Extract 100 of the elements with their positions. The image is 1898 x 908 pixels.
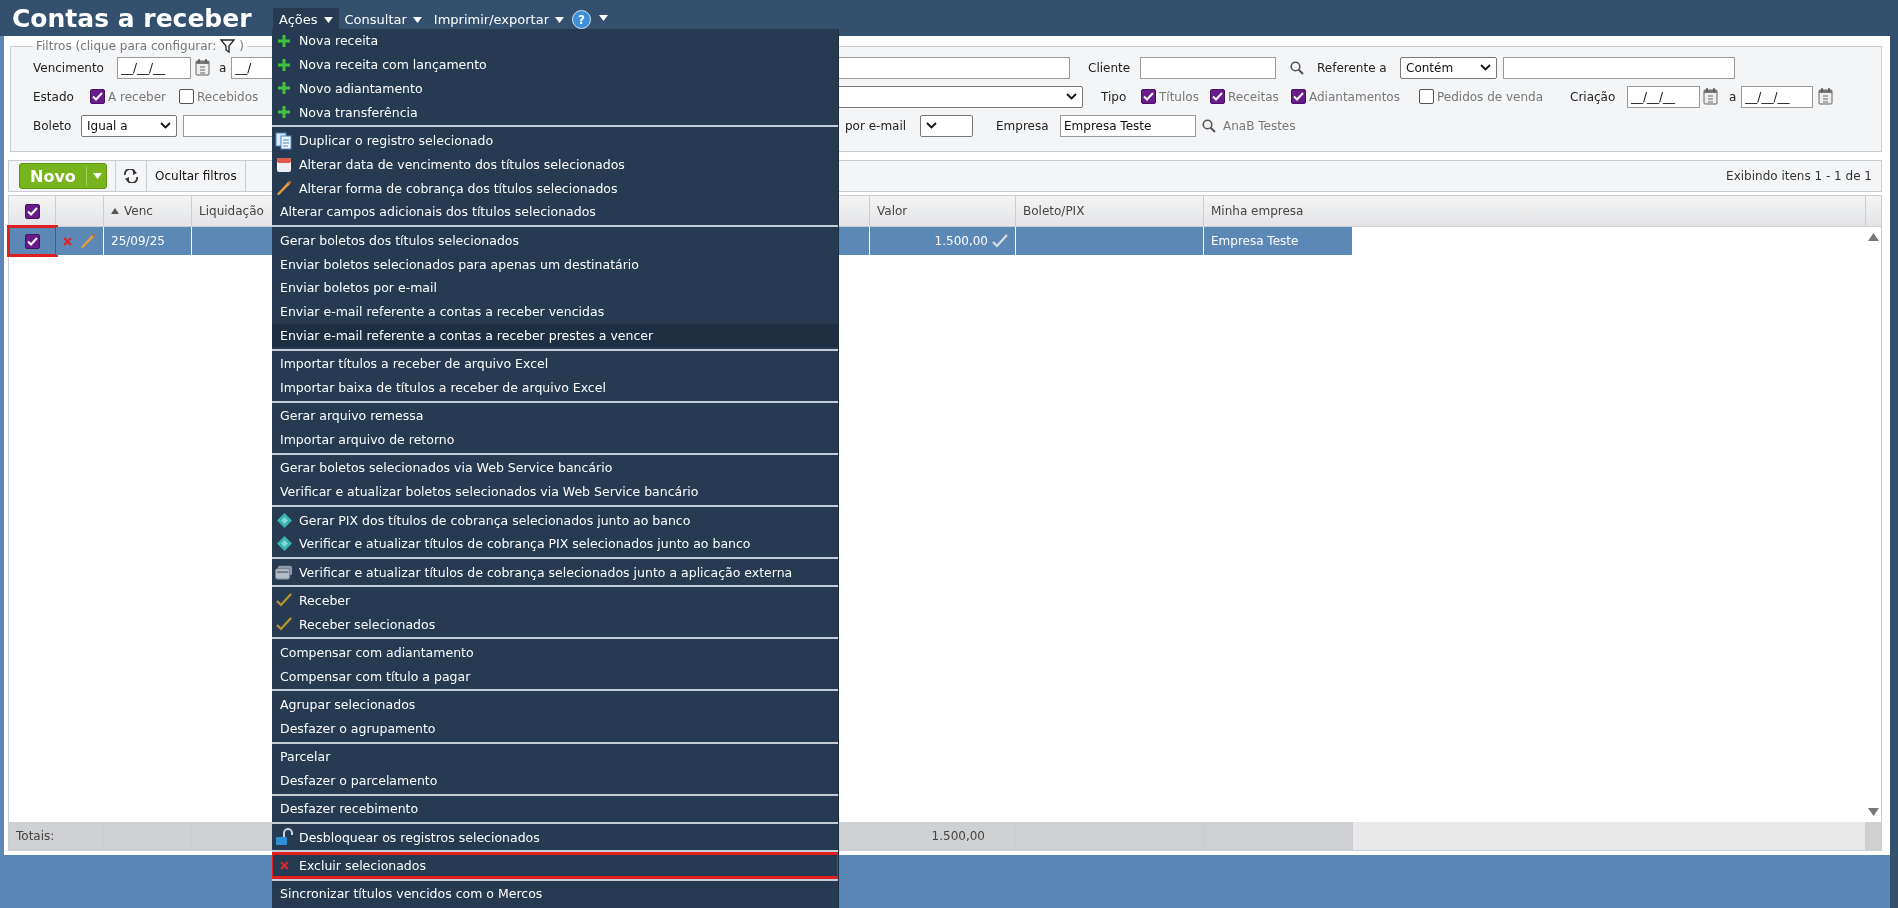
menu-item[interactable]: Compensar com adiantamento bbox=[272, 640, 838, 665]
range-separator: a bbox=[1729, 89, 1737, 104]
column-header[interactable]: Venc bbox=[111, 204, 153, 218]
menu-item[interactable]: Sincronizar títulos vencidos com o Mercos bbox=[272, 881, 838, 906]
menu-item[interactable]: Compensar com título a pagar bbox=[272, 664, 838, 689]
chevron-icon bbox=[926, 122, 937, 129]
text-field[interactable] bbox=[1503, 56, 1735, 79]
chevron-icon bbox=[1066, 93, 1077, 100]
client-field[interactable] bbox=[1140, 56, 1276, 79]
checkbox[interactable] bbox=[1291, 89, 1306, 104]
calendar-icon[interactable] bbox=[1703, 88, 1718, 105]
menu-item[interactable]: Verificar e atualizar títulos de cobrança PIX selecionados junto ao banco bbox=[272, 531, 838, 556]
menu-item[interactable]: Nova transferência bbox=[272, 100, 838, 125]
table-cell: Empresa Teste bbox=[1211, 234, 1299, 248]
menu-item[interactable]: Nova receita bbox=[272, 29, 838, 53]
filter-icon[interactable] bbox=[220, 39, 236, 53]
calendar-icon bbox=[276, 155, 292, 173]
hide-filters-button[interactable]: Ocultar filtros bbox=[147, 161, 245, 191]
search-icon[interactable] bbox=[1202, 118, 1216, 133]
menu-item[interactable]: Gerar arquivo remessa bbox=[272, 403, 838, 428]
field-label: Boleto bbox=[33, 118, 73, 133]
menu-item[interactable]: Agrupar selecionados bbox=[272, 692, 838, 717]
dropdown[interactable]: Igual a bbox=[81, 114, 177, 137]
date-field[interactable]: __/__/__ bbox=[1627, 85, 1700, 108]
menu-tab[interactable]: Imprimir/exportar bbox=[427, 7, 570, 32]
checkbox-label: Pedidos de venda bbox=[1437, 89, 1544, 104]
menu-item[interactable]: Importar arquivo de retorno bbox=[272, 427, 838, 452]
dropdown-caret-icon bbox=[599, 15, 608, 21]
scroll-up-icon[interactable] bbox=[1868, 233, 1879, 241]
calendar-icon[interactable] bbox=[195, 59, 210, 76]
caret-icon bbox=[412, 16, 422, 23]
refresh-icon[interactable] bbox=[123, 169, 139, 183]
menu-item[interactable]: Enviar boletos selecionados para apenas um destinatário bbox=[272, 252, 838, 276]
checkbox-label: A receber bbox=[108, 89, 166, 104]
field-label: Referente a bbox=[1317, 60, 1388, 75]
field-label: Vencimento bbox=[33, 60, 105, 75]
menu-item[interactable]: Verificar e atualizar boletos selecionados via Web Service bancário bbox=[272, 479, 838, 504]
calendar-icon[interactable] bbox=[1818, 88, 1834, 105]
menu-item[interactable]: Gerar boletos dos títulos selecionados bbox=[272, 228, 838, 253]
menu-item[interactable]: Alterar forma de cobrança dos títulos selecionados bbox=[272, 176, 838, 201]
column-header[interactable]: Minha empresa bbox=[1211, 204, 1304, 218]
search-icon[interactable] bbox=[1290, 60, 1304, 75]
checkbox[interactable] bbox=[1419, 89, 1434, 104]
row-checkbox[interactable] bbox=[24, 233, 40, 249]
select-all-checkbox[interactable] bbox=[24, 203, 40, 219]
menu-item[interactable]: Enviar e-mail referente a contas a receber vencidas bbox=[272, 299, 838, 324]
pencil-icon bbox=[276, 180, 292, 197]
menu-item[interactable]: Desfazer o agrupamento bbox=[272, 716, 838, 741]
table-cell: 1.500,00 bbox=[934, 234, 988, 248]
copy-icon bbox=[275, 131, 293, 150]
menu-item[interactable]: Enviar e-mail referente a contas a receber prestes a vencer bbox=[272, 323, 838, 348]
menu-item[interactable]: Enviar boletos por e-mail bbox=[272, 275, 838, 300]
menu-item[interactable]: Parcelar bbox=[272, 744, 838, 769]
menu-item[interactable]: Nova receita com lançamento bbox=[272, 52, 838, 77]
menu-item[interactable]: Alterar campos adicionais dos títulos selecionados bbox=[272, 200, 838, 224]
field-label: Cliente bbox=[1088, 60, 1132, 75]
menu-item[interactable]: Verificar e atualizar títulos de cobrança selecionados junto a aplicação externa bbox=[272, 560, 838, 585]
field-label: por e-mail bbox=[845, 118, 908, 133]
menu-item[interactable]: Alterar data de vencimento dos títulos selecionados bbox=[272, 152, 838, 177]
menu-item[interactable]: Receber selecionados bbox=[272, 612, 838, 637]
column-header[interactable]: Valor bbox=[877, 204, 908, 218]
menu-tab[interactable]: Consultar bbox=[338, 7, 428, 32]
plus-icon bbox=[278, 106, 290, 119]
scroll-down-icon[interactable] bbox=[1868, 808, 1879, 816]
diamond-icon bbox=[276, 512, 292, 528]
menu-item[interactable]: Importar baixa de títulos a receber de arquivo Excel bbox=[272, 375, 838, 400]
column-header[interactable]: Boleto/PIX bbox=[1023, 204, 1085, 218]
chevron-icon bbox=[160, 122, 171, 129]
filter-legend: ) bbox=[239, 39, 244, 53]
checkbox-label: Adiantamentos bbox=[1309, 89, 1400, 104]
checkbox[interactable] bbox=[90, 89, 105, 104]
total-value: 1.500,00 bbox=[931, 829, 985, 843]
checkbox[interactable] bbox=[1141, 89, 1156, 104]
column-header[interactable]: Liquidação bbox=[199, 204, 264, 218]
checkbox[interactable] bbox=[1210, 89, 1225, 104]
menu-item[interactable]: Gerar PIX dos títulos de cobrança selecionados junto ao banco bbox=[272, 508, 838, 532]
menu-item[interactable]: Desfazer o parcelamento bbox=[272, 768, 838, 793]
company-name: AnaB Testes bbox=[1223, 118, 1296, 133]
menu-item[interactable]: Duplicar o registro selecionado bbox=[272, 128, 838, 153]
dropdown[interactable]: Contém bbox=[1400, 56, 1497, 79]
card-icon bbox=[275, 564, 293, 580]
field-label: Estado bbox=[33, 89, 75, 104]
menu-item[interactable]: Importar títulos a receber de arquivo Excel bbox=[272, 351, 838, 376]
totals-label: Totais: bbox=[16, 829, 55, 843]
date-field[interactable]: __/__/__ bbox=[117, 56, 191, 79]
company-field[interactable]: Empresa Teste bbox=[1060, 114, 1196, 137]
menu-item[interactable]: Excluir selecionados bbox=[272, 853, 838, 878]
checkbox[interactable] bbox=[179, 89, 194, 104]
date-field[interactable]: __/__/__ bbox=[1741, 85, 1814, 108]
menu-item[interactable]: Desfazer recebimento bbox=[272, 796, 838, 821]
menu-item[interactable]: Gerar boletos selecionados via Web Service bancário bbox=[272, 456, 838, 480]
caret-icon bbox=[92, 173, 102, 179]
menu-item[interactable]: Desbloquear os registros selecionados bbox=[272, 825, 838, 849]
menu-tab[interactable]: Ações bbox=[273, 7, 339, 32]
menu-item[interactable]: Receber bbox=[272, 588, 838, 613]
field-label: Empresa bbox=[996, 118, 1050, 133]
menu-item[interactable]: Novo adiantamento bbox=[272, 76, 838, 101]
checkbox-label: Receitas bbox=[1228, 89, 1279, 104]
items-count: Exibindo itens 1 - 1 de 1 bbox=[1726, 169, 1872, 183]
chevron-icon bbox=[1480, 64, 1491, 71]
